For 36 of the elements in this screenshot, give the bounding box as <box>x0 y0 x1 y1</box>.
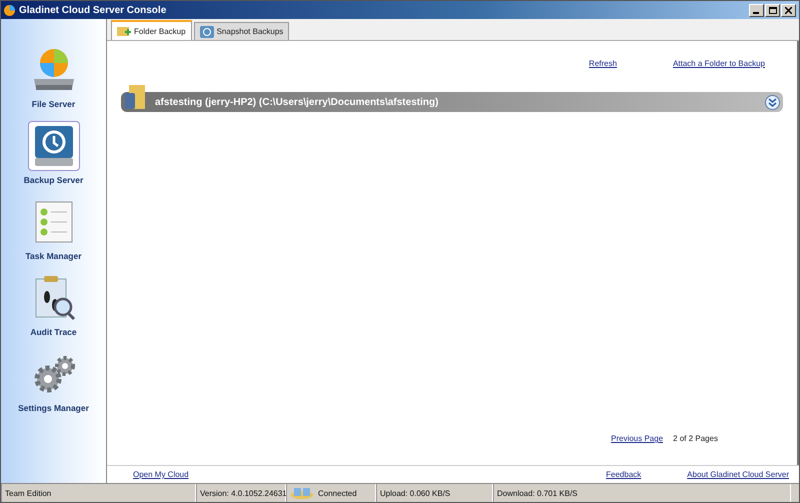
action-link[interactable]: Attach a Folder to Backup <box>672 59 765 81</box>
open-cloud-link[interactable]: Open My Cloud <box>133 470 189 479</box>
sidebar-item[interactable]: Backup Server <box>2 115 106 185</box>
close-button[interactable] <box>781 4 796 16</box>
window-title: Gladinet Cloud Server Console <box>19 4 166 16</box>
tab[interactable]: Folder Backup <box>111 20 192 40</box>
chevrons-icon <box>768 98 777 106</box>
checklist-icon <box>34 200 74 244</box>
cloud-book-icon <box>290 486 314 500</box>
maximize-icon <box>768 6 776 14</box>
download-speed: Download: 0.701 KB/S <box>497 488 578 498</box>
expand-button[interactable] <box>765 94 780 110</box>
connection-status: Connected <box>318 488 357 498</box>
backup-folder-label: afstesting (jerry-HP2) (C:\Users\jerry\Documents\afstesting) <box>155 96 438 108</box>
footer-link[interactable]: Feedback <box>606 470 642 479</box>
folder-plus-icon <box>117 25 131 37</box>
backup-drive-icon <box>200 26 214 38</box>
maximize-button[interactable] <box>765 4 780 16</box>
version-text: Version: 4.0.1052.24631 <box>200 488 287 498</box>
previous-page-link[interactable]: Previous Page <box>611 434 664 443</box>
app-logo-icon <box>4 4 15 16</box>
footer-link[interactable]: About Gladinet Cloud Server <box>687 470 789 479</box>
action-link[interactable]: Refresh <box>588 59 617 81</box>
upload-speed: Upload: 0.060 KB/S <box>380 488 450 498</box>
sidebar-item[interactable]: Settings Manager <box>2 343 106 413</box>
backup-folder-bar[interactable]: afstesting (jerry-HP2) (C:\Users\jerry\Documents\afstesting) <box>121 92 783 112</box>
minimize-button[interactable] <box>749 4 764 16</box>
sidebar-item[interactable]: Audit Trace <box>2 267 106 337</box>
edition-text: Team Edition <box>5 488 52 498</box>
drive-icon <box>32 47 76 93</box>
sidebar-item[interactable]: Task Manager <box>2 191 106 261</box>
close-icon <box>785 6 792 14</box>
folder-computer-icon <box>125 85 147 111</box>
tab[interactable]: Snapshot Backups <box>194 22 290 40</box>
page-count: 2 of 2 Pages <box>673 434 718 443</box>
sidebar-item[interactable]: File Server <box>2 39 106 109</box>
